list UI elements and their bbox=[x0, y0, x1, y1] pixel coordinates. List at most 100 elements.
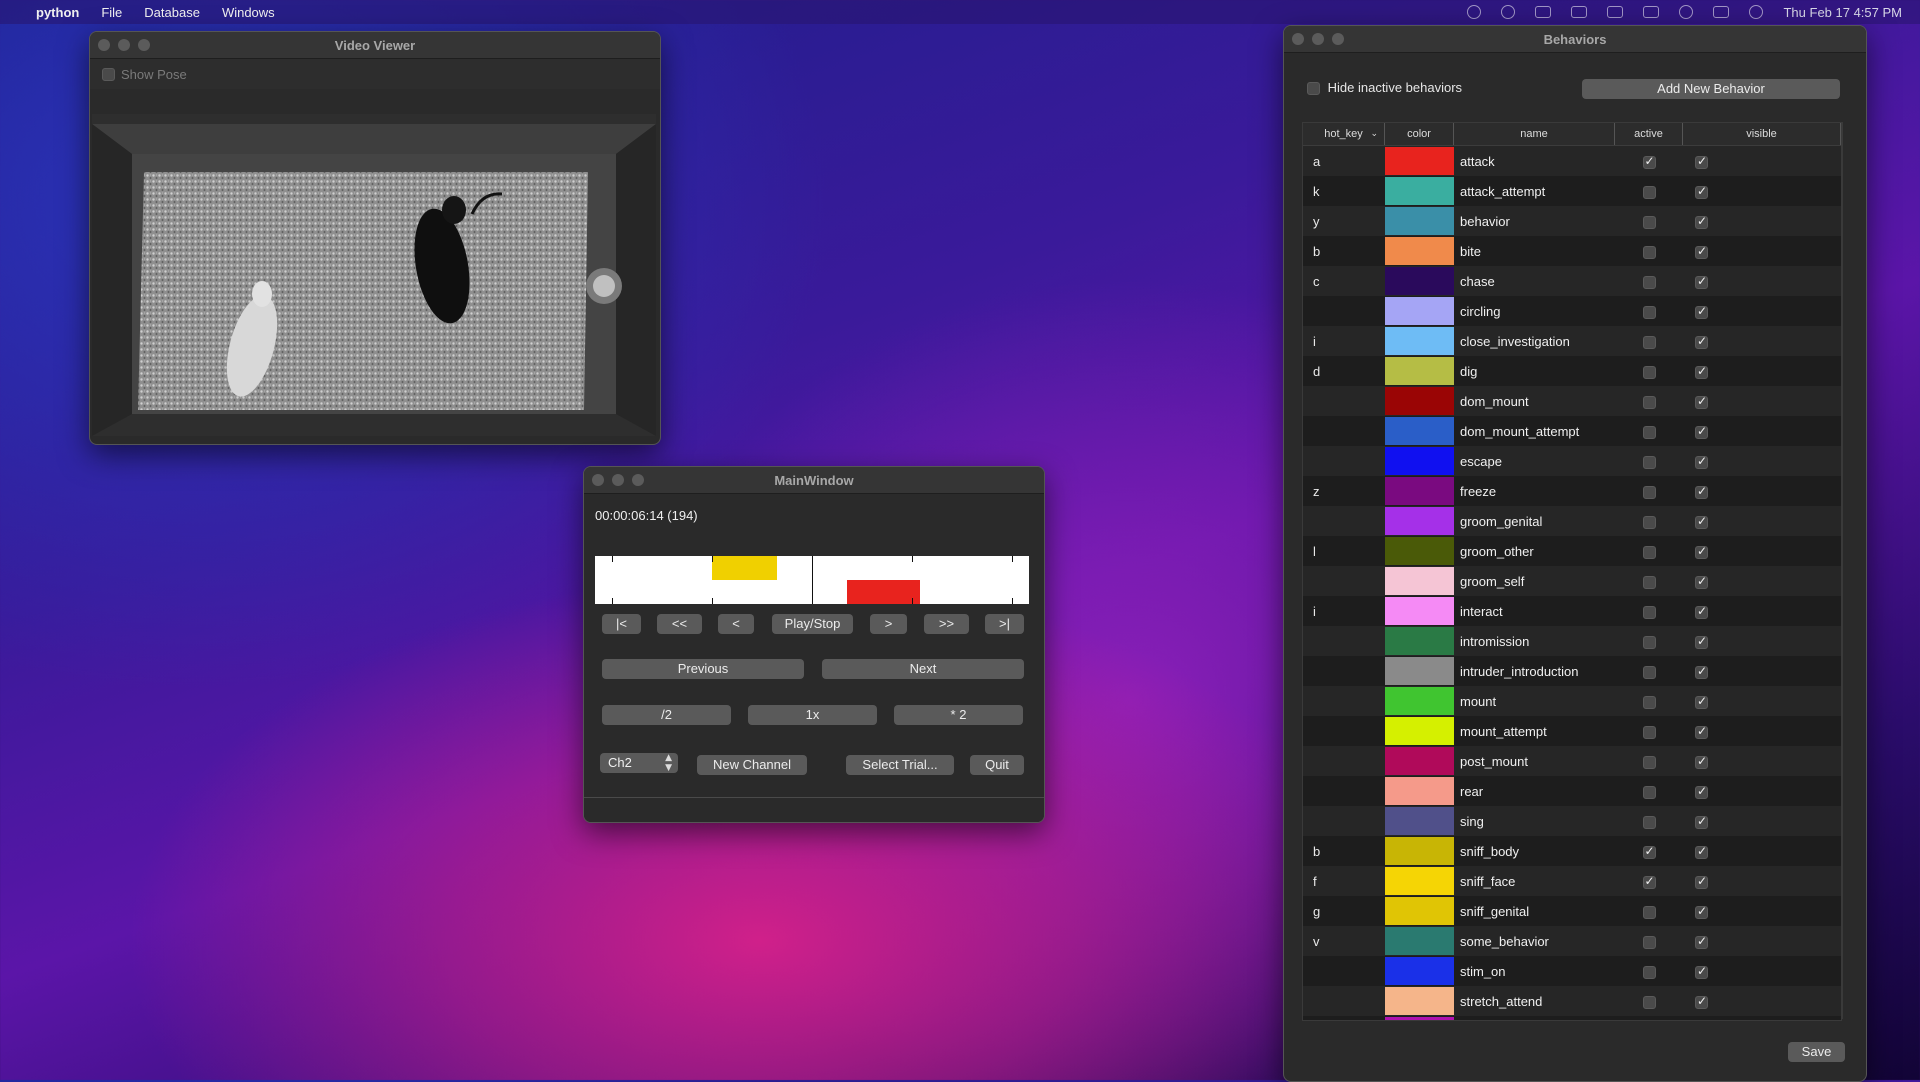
color-swatch[interactable] bbox=[1385, 507, 1454, 535]
behavior-name-cell[interactable]: sing bbox=[1454, 814, 1615, 829]
color-swatch[interactable] bbox=[1385, 657, 1454, 685]
active-checkbox[interactable] bbox=[1642, 455, 1656, 469]
hot-key-cell[interactable]: y bbox=[1303, 214, 1385, 229]
status-sync-icon[interactable] bbox=[1501, 5, 1516, 19]
column-header-color[interactable]: color bbox=[1385, 123, 1454, 145]
hot-key-cell[interactable]: c bbox=[1303, 274, 1385, 289]
color-swatch[interactable] bbox=[1385, 927, 1454, 955]
active-checkbox[interactable] bbox=[1642, 935, 1656, 949]
hot-key-cell[interactable]: z bbox=[1303, 484, 1385, 499]
timeline-playhead[interactable] bbox=[812, 556, 813, 604]
close-window-icon[interactable] bbox=[1292, 33, 1304, 45]
minimize-window-icon[interactable] bbox=[1312, 33, 1324, 45]
color-swatch[interactable] bbox=[1385, 147, 1454, 175]
hide-inactive-checkbox[interactable] bbox=[1307, 82, 1320, 96]
zoom-window-icon[interactable] bbox=[138, 39, 150, 51]
active-checkbox[interactable] bbox=[1642, 425, 1656, 439]
close-window-icon[interactable] bbox=[98, 39, 110, 51]
active-checkbox[interactable] bbox=[1642, 275, 1656, 289]
visible-checkbox[interactable] bbox=[1695, 244, 1708, 259]
menu-app-name[interactable]: python bbox=[36, 5, 79, 20]
visible-checkbox[interactable] bbox=[1695, 574, 1708, 589]
table-row[interactable]: mount bbox=[1303, 686, 1841, 716]
minimize-window-icon[interactable] bbox=[118, 39, 130, 51]
column-header-active[interactable]: active bbox=[1615, 123, 1683, 145]
table-scrollbar[interactable] bbox=[1841, 122, 1843, 1019]
behavior-name-cell[interactable]: groom_genital bbox=[1454, 514, 1615, 529]
bluetooth-icon[interactable] bbox=[1535, 6, 1552, 18]
previous-button[interactable]: Previous bbox=[602, 659, 804, 679]
color-swatch[interactable] bbox=[1385, 987, 1454, 1015]
visible-checkbox[interactable] bbox=[1695, 394, 1708, 409]
half-speed-button[interactable]: /2 bbox=[602, 705, 731, 725]
visible-checkbox[interactable] bbox=[1695, 214, 1708, 229]
table-row[interactable]: i interact bbox=[1303, 596, 1841, 626]
color-swatch[interactable] bbox=[1385, 357, 1454, 385]
behavior-name-cell[interactable]: close_investigation bbox=[1454, 334, 1615, 349]
save-button[interactable]: Save bbox=[1788, 1042, 1845, 1062]
active-checkbox[interactable] bbox=[1642, 874, 1656, 889]
color-swatch[interactable] bbox=[1385, 957, 1454, 985]
select-trial-button[interactable]: Select Trial... bbox=[846, 755, 954, 775]
behavior-name-cell[interactable]: attack_attempt bbox=[1454, 184, 1615, 199]
visible-checkbox[interactable] bbox=[1695, 844, 1708, 859]
behavior-name-cell[interactable]: sniff_face bbox=[1454, 874, 1615, 889]
visible-checkbox[interactable] bbox=[1695, 364, 1708, 379]
visible-checkbox[interactable] bbox=[1695, 964, 1708, 979]
behavior-name-cell[interactable]: intromission bbox=[1454, 634, 1615, 649]
behavior-name-cell[interactable]: circling bbox=[1454, 304, 1615, 319]
step-backward-button[interactable]: < bbox=[718, 614, 754, 634]
color-swatch[interactable] bbox=[1385, 567, 1454, 595]
jump-end-button[interactable]: >| bbox=[985, 614, 1024, 634]
table-row[interactable]: groom_genital bbox=[1303, 506, 1841, 536]
color-swatch[interactable] bbox=[1385, 807, 1454, 835]
hot-key-cell[interactable]: b bbox=[1303, 844, 1385, 859]
behavior-name-cell[interactable]: sniff_genital bbox=[1454, 904, 1615, 919]
behavior-name-cell[interactable]: some_behavior bbox=[1454, 934, 1615, 949]
normal-speed-button[interactable]: 1x bbox=[748, 705, 877, 725]
hot-key-cell[interactable]: l bbox=[1303, 544, 1385, 559]
visible-checkbox[interactable] bbox=[1695, 604, 1708, 619]
color-swatch[interactable] bbox=[1385, 447, 1454, 475]
table-row[interactable]: dom_mount bbox=[1303, 386, 1841, 416]
table-row[interactable]: circling bbox=[1303, 296, 1841, 326]
step-forward-button[interactable]: > bbox=[870, 614, 907, 634]
table-row[interactable]: b sniff_body bbox=[1303, 836, 1841, 866]
hot-key-cell[interactable]: f bbox=[1303, 874, 1385, 889]
behavior-name-cell[interactable]: attack bbox=[1454, 154, 1615, 169]
table-row[interactable]: stim_on bbox=[1303, 956, 1841, 986]
color-swatch[interactable] bbox=[1385, 837, 1454, 865]
wifi-off-icon[interactable] bbox=[1571, 6, 1588, 18]
active-checkbox[interactable] bbox=[1642, 395, 1656, 409]
hot-key-cell[interactable]: g bbox=[1303, 904, 1385, 919]
behavior-name-cell[interactable]: interact bbox=[1454, 604, 1615, 619]
active-checkbox[interactable] bbox=[1642, 755, 1656, 769]
table-row[interactable]: intruder_introduction bbox=[1303, 656, 1841, 686]
table-row[interactable]: c chase bbox=[1303, 266, 1841, 296]
visible-checkbox[interactable] bbox=[1695, 994, 1708, 1009]
fast-backward-button[interactable]: << bbox=[657, 614, 702, 634]
color-swatch[interactable] bbox=[1385, 537, 1454, 565]
menu-file[interactable]: File bbox=[101, 5, 122, 20]
hot-key-cell[interactable]: v bbox=[1303, 934, 1385, 949]
visible-checkbox[interactable] bbox=[1695, 544, 1708, 559]
behavior-name-cell[interactable]: mount bbox=[1454, 694, 1615, 709]
active-checkbox[interactable] bbox=[1642, 215, 1656, 229]
table-row[interactable]: a attack bbox=[1303, 146, 1841, 176]
behavior-name-cell[interactable]: sniff_body bbox=[1454, 844, 1615, 859]
active-checkbox[interactable] bbox=[1642, 844, 1656, 859]
color-swatch[interactable] bbox=[1385, 207, 1454, 235]
visible-checkbox[interactable] bbox=[1695, 334, 1708, 349]
table-row[interactable]: sing bbox=[1303, 806, 1841, 836]
table-row[interactable]: v some_behavior bbox=[1303, 926, 1841, 956]
visible-checkbox[interactable] bbox=[1695, 274, 1708, 289]
visible-checkbox[interactable] bbox=[1695, 664, 1708, 679]
timeline[interactable] bbox=[595, 556, 1029, 604]
menu-windows[interactable]: Windows bbox=[222, 5, 275, 20]
behavior-name-cell[interactable]: freeze bbox=[1454, 484, 1615, 499]
behaviors-titlebar[interactable]: Behaviors bbox=[1284, 26, 1866, 53]
table-row[interactable]: f sniff_face bbox=[1303, 866, 1841, 896]
active-checkbox[interactable] bbox=[1642, 154, 1656, 169]
status-extension-icon[interactable] bbox=[1467, 5, 1482, 19]
active-checkbox[interactable] bbox=[1642, 635, 1656, 649]
